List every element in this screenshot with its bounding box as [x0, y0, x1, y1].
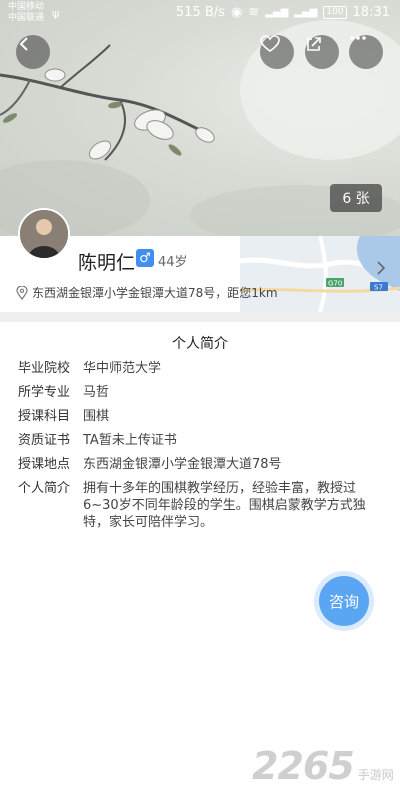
- detail-value: 华中师范大学: [83, 361, 162, 376]
- battery-icon: 100: [323, 6, 347, 19]
- eye-icon: ◉: [230, 5, 243, 20]
- intro-details: 毕业院校 华中师范大学 所学专业 马哲 授课科目 围棋 资质证书 TA暂未上传证…: [18, 360, 388, 538]
- detail-row-certificate: 资质证书 TA暂未上传证书: [18, 432, 388, 449]
- intro-title: 个人简介: [172, 336, 228, 352]
- consult-button[interactable]: 咨询: [314, 571, 374, 631]
- map-label-s7: S7: [374, 284, 383, 292]
- share-button[interactable]: [305, 35, 339, 69]
- status-bar: 中国移动 中国联通 ψ 515 B/s ◉ ≋ ▂▄▆ ▂▄▆ 100 18:3…: [0, 0, 400, 28]
- signal-icon-2: ▂▄▆: [294, 7, 318, 18]
- detail-label: 所学专业: [18, 385, 71, 400]
- detail-label: 授课科目: [18, 409, 71, 424]
- consult-label: 咨询: [319, 576, 369, 626]
- network-speed: 515 B/s: [175, 5, 225, 20]
- more-button[interactable]: [349, 35, 383, 69]
- teacher-name: 陈明仁: [78, 252, 136, 274]
- cover-photo[interactable]: 6 张: [0, 0, 400, 238]
- map-label-g70: G70: [328, 280, 342, 288]
- detail-value: 围棋: [83, 409, 110, 424]
- share-icon: [307, 37, 321, 51]
- detail-label: 毕业院校: [18, 361, 71, 376]
- more-icon: [350, 36, 366, 40]
- usb-icon: ψ: [52, 7, 60, 20]
- detail-value: 马哲: [83, 385, 110, 400]
- watermark-text: 手游网: [357, 768, 394, 782]
- detail-row-school: 毕业院校 华中师范大学: [18, 360, 388, 377]
- back-button[interactable]: [16, 35, 50, 69]
- heart-icon: [260, 35, 280, 52]
- avatar[interactable]: [18, 208, 70, 260]
- carrier-labels: 中国移动 中国联通: [8, 2, 44, 24]
- watermark-logo: 2265 手游网: [252, 744, 394, 788]
- photo-count-badge[interactable]: 6 张: [330, 184, 382, 212]
- detail-row-major: 所学专业 马哲: [18, 384, 388, 401]
- detail-label: 个人简介: [18, 481, 71, 496]
- detail-row-bio: 个人简介 拥有十多年的围棋教学经历，经验丰富，教授过6~30岁不同年龄段的学生。…: [18, 480, 388, 531]
- section-divider: [0, 312, 400, 322]
- watermark-number: 2265: [252, 744, 355, 788]
- location-row[interactable]: 东西湖金银潭小学金银潭大道78号，距您1km: [16, 284, 278, 301]
- detail-label: 授课地点: [18, 457, 71, 472]
- carrier-1: 中国移动: [8, 2, 45, 12]
- detail-value: 拥有十多年的围棋教学经历，经验丰富，教授过6~30岁不同年龄段的学生。围棋启蒙教…: [83, 481, 366, 530]
- carrier-2: 中国联通: [8, 13, 45, 23]
- wifi-icon: ≋: [248, 5, 260, 20]
- detail-row-subject: 授课科目 围棋: [18, 408, 388, 425]
- male-icon: ♂: [136, 249, 154, 267]
- location-pin-icon: [16, 285, 28, 300]
- detail-value: 东西湖金银潭小学金银潭大道78号: [83, 457, 282, 472]
- chevron-right-icon[interactable]: [376, 260, 386, 276]
- teacher-age: 44岁: [158, 255, 188, 270]
- favorite-button[interactable]: [260, 35, 294, 69]
- detail-label: 资质证书: [18, 433, 71, 448]
- clock: 18:31: [352, 5, 390, 20]
- detail-row-location: 授课地点 东西湖金银潭小学金银潭大道78号: [18, 456, 388, 473]
- detail-value: TA暂未上传证书: [83, 433, 177, 448]
- location-text: 东西湖金银潭小学金银潭大道78号，距您1km: [32, 286, 278, 300]
- back-icon: [19, 37, 28, 51]
- signal-icon: ▂▄▆: [265, 7, 289, 18]
